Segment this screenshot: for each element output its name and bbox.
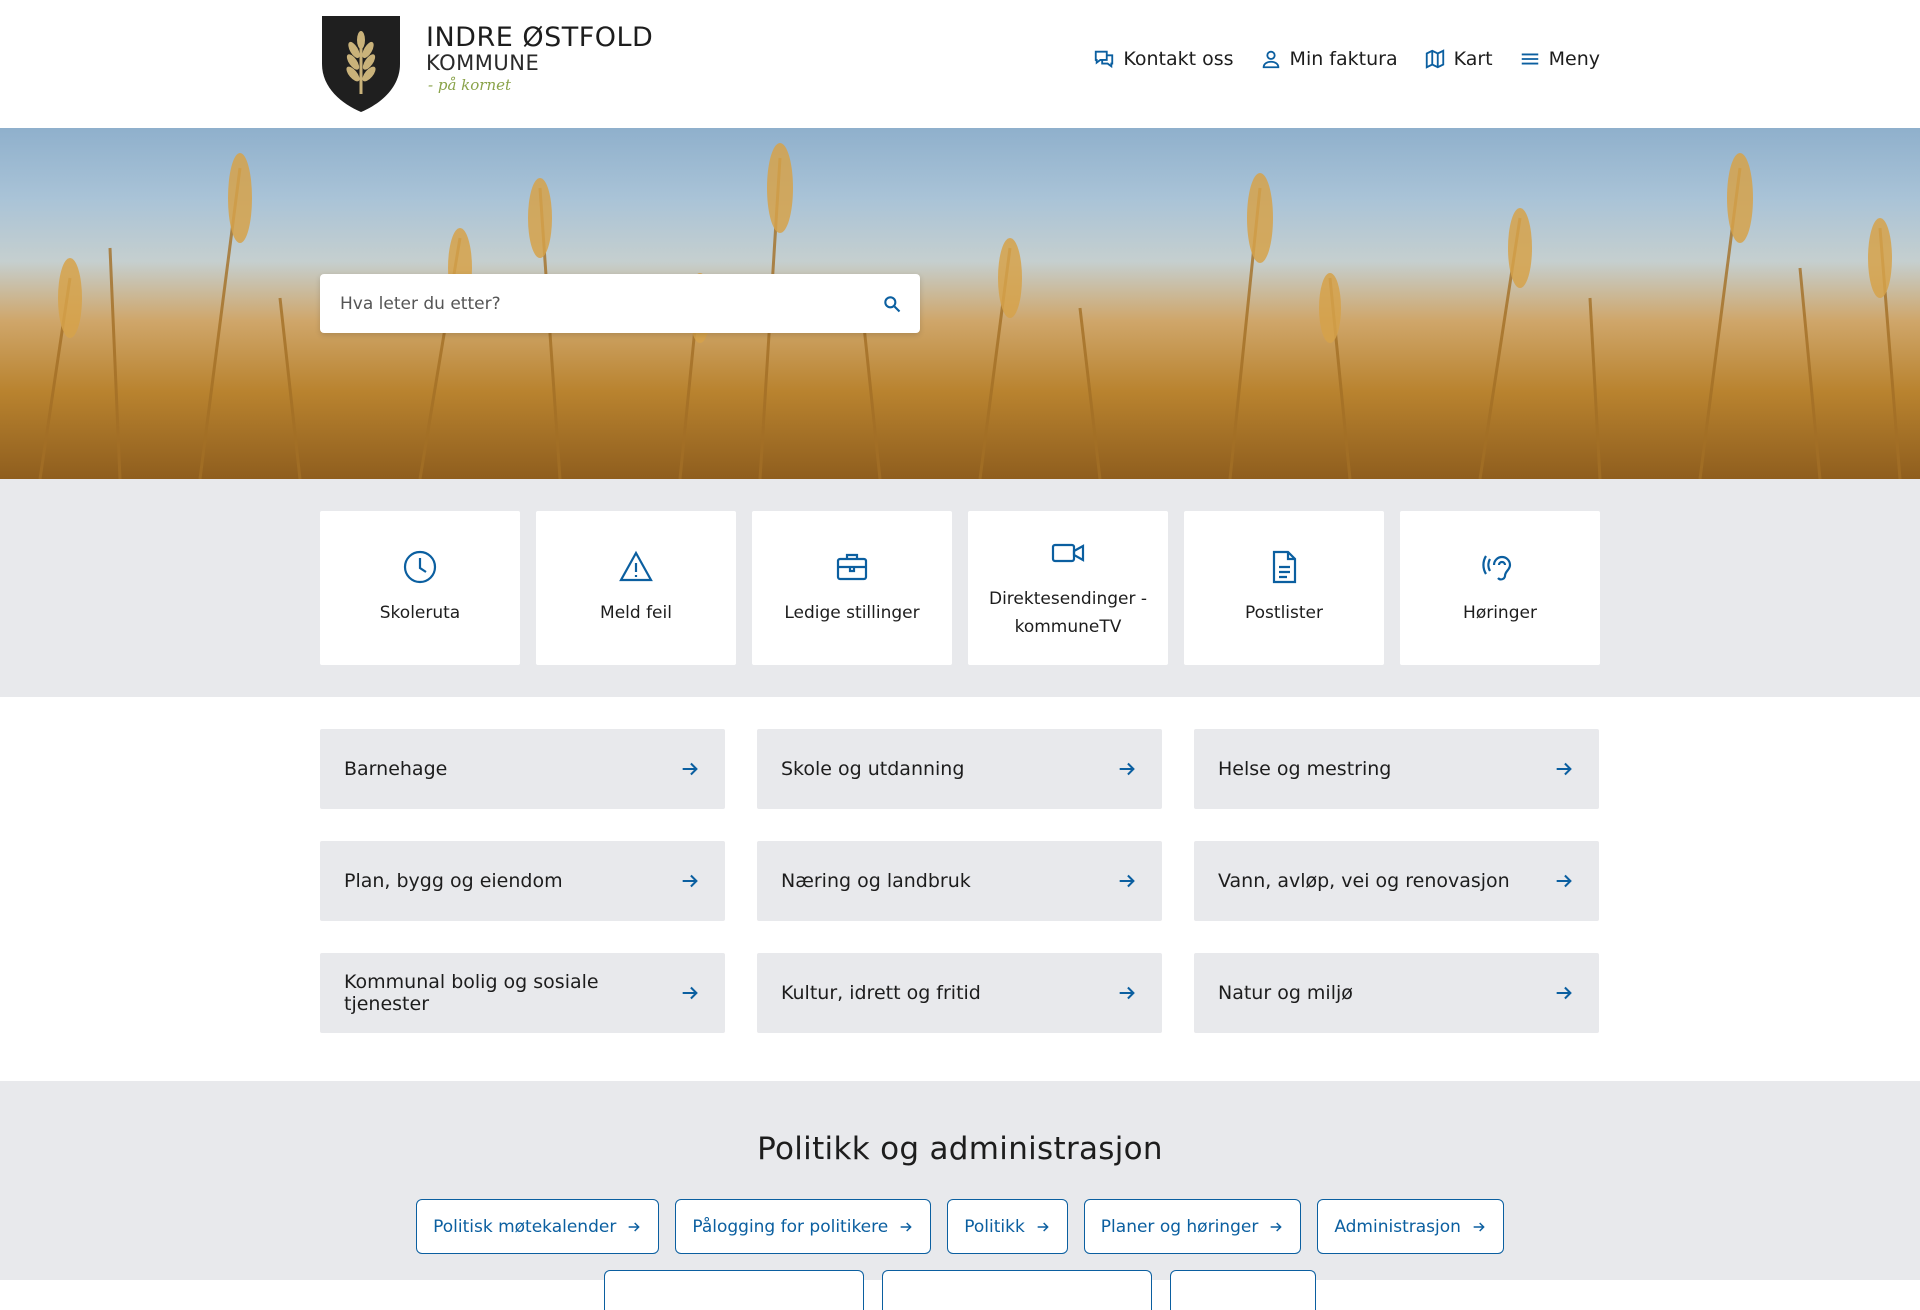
category-vann[interactable]: Vann, avløp, vei og renovasjon (1194, 841, 1599, 921)
nav-map[interactable]: Kart (1424, 48, 1493, 70)
category-label: Skole og utdanning (781, 758, 965, 780)
link-planer[interactable]: Planer og høringer (1083, 1199, 1302, 1254)
category-helse[interactable]: Helse og mestring (1194, 729, 1599, 809)
politics-heading: Politikk og administrasjon (757, 1131, 1163, 1167)
politics-links-row-2 (0, 1270, 1920, 1310)
nav-menu[interactable]: Meny (1519, 48, 1600, 70)
arrow-right-icon (1119, 762, 1135, 776)
user-icon (1262, 50, 1279, 69)
logo[interactable]: INDRE ØSTFOLD KOMMUNE - på kornet (320, 16, 653, 112)
arrow-right-icon (1119, 874, 1135, 888)
wheat-field-image (38, 143, 1902, 479)
link-administrasjon[interactable]: Administrasjon (1317, 1199, 1504, 1254)
site-header: INDRE ØSTFOLD KOMMUNE - på kornet Kontak… (0, 0, 1920, 128)
clock-icon (403, 550, 437, 584)
logo-tagline: - på kornet (428, 76, 512, 94)
arrow-right-icon (1556, 986, 1572, 1000)
category-label: Kommunal bolig og sosiale tjenester (344, 971, 599, 1015)
shortcut-label: Høringer (1463, 603, 1537, 623)
link-stub[interactable] (604, 1270, 864, 1310)
link-label: Administrasjon (1334, 1216, 1461, 1237)
link-label: Politikk (964, 1216, 1025, 1237)
category-label: Barnehage (344, 758, 448, 780)
category-label: Næring og landbruk (781, 870, 971, 892)
map-icon (1425, 49, 1444, 69)
warning-icon (619, 550, 653, 582)
category-plan-bygg[interactable]: Plan, bygg og eiendom (320, 841, 725, 921)
search-box (320, 274, 920, 333)
link-politikk[interactable]: Politikk (947, 1199, 1068, 1254)
search-input[interactable] (338, 292, 882, 315)
logo-title: INDRE ØSTFOLD (426, 22, 654, 53)
ear-icon (1482, 555, 1512, 581)
arrow-right-icon (900, 1221, 912, 1232)
shortcut-ledige-stillinger[interactable]: Ledige stillinger (752, 511, 952, 665)
categories-section: Barnehage Skole og utdanning Helse og me… (0, 697, 1920, 1081)
video-icon (1051, 543, 1085, 563)
shortcut-label: Meld feil (600, 603, 672, 623)
category-kultur[interactable]: Kultur, idrett og fritid (757, 953, 1162, 1033)
shortcut-label: Direktesendinger - kommuneTV (988, 589, 1147, 637)
shortcuts-section: Skoleruta Meld feil Ledige stillinger Di… (0, 479, 1920, 697)
arrow-right-icon (1473, 1221, 1485, 1232)
nav-map-label: Kart (1453, 48, 1493, 70)
nav-my-invoice[interactable]: Min faktura (1260, 48, 1398, 70)
arrow-right-icon (1556, 762, 1572, 776)
category-skole[interactable]: Skole og utdanning (757, 729, 1162, 809)
link-palogging[interactable]: Pålogging for politikere (675, 1199, 932, 1254)
shortcut-label: Skoleruta (379, 603, 461, 623)
top-nav: Kontakt oss Min faktura Kart Meny (1093, 48, 1600, 70)
link-motekalender[interactable]: Politisk møtekalender (416, 1199, 660, 1254)
link-label: Planer og høringer (1100, 1216, 1259, 1237)
arrow-right-icon (1119, 986, 1135, 1000)
category-label: Kultur, idrett og fritid (781, 982, 981, 1004)
menu-icon (1521, 53, 1538, 65)
chat-icon (1095, 50, 1114, 69)
nav-contact-us-label: Kontakt oss (1123, 48, 1234, 70)
arrow-right-icon (682, 762, 698, 776)
logo-subtitle: KOMMUNE (426, 51, 540, 75)
link-stub[interactable] (1170, 1270, 1316, 1310)
shortcut-kommunetv[interactable]: Direktesendinger - kommuneTV (968, 511, 1168, 665)
search-icon[interactable] (882, 294, 902, 314)
shortcut-label: Postlister (1245, 603, 1323, 623)
politics-section: Politikk og administrasjon Politisk møte… (0, 1081, 1920, 1310)
shortcut-label: Ledige stillinger (784, 603, 920, 623)
category-kommunal-bolig[interactable]: Kommunal bolig og sosiale tjenester (320, 953, 725, 1033)
document-icon (1272, 550, 1297, 584)
arrow-right-icon (682, 874, 698, 888)
nav-my-invoice-label: Min faktura (1289, 48, 1398, 70)
arrow-right-icon (1556, 874, 1572, 888)
briefcase-icon (836, 553, 868, 581)
category-barnehage[interactable]: Barnehage (320, 729, 725, 809)
hero-banner (0, 128, 1920, 479)
link-stub[interactable] (882, 1270, 1152, 1310)
category-label: Natur og miljø (1218, 982, 1353, 1004)
shortcut-skoleruta[interactable]: Skoleruta (320, 511, 520, 665)
shortcut-meld-feil[interactable]: Meld feil (536, 511, 736, 665)
link-label: Pålogging for politikere (692, 1216, 889, 1237)
category-naering[interactable]: Næring og landbruk (757, 841, 1162, 921)
category-label: Helse og mestring (1218, 758, 1392, 780)
link-label: Politisk møtekalender (433, 1216, 617, 1237)
shortcut-horinger[interactable]: Høringer (1400, 511, 1600, 665)
arrow-right-icon (1270, 1221, 1283, 1232)
shortcut-postlister[interactable]: Postlister (1184, 511, 1384, 665)
arrow-right-icon (1037, 1221, 1049, 1232)
category-label: Plan, bygg og eiendom (344, 870, 563, 892)
nav-menu-label: Meny (1548, 48, 1600, 70)
category-natur[interactable]: Natur og miljø (1194, 953, 1599, 1033)
category-label: Vann, avløp, vei og renovasjon (1218, 870, 1510, 892)
wheat-shield-icon (322, 16, 400, 112)
arrow-right-icon (682, 986, 698, 1000)
arrow-right-icon (628, 1221, 641, 1232)
nav-contact-us[interactable]: Kontakt oss (1093, 48, 1234, 70)
